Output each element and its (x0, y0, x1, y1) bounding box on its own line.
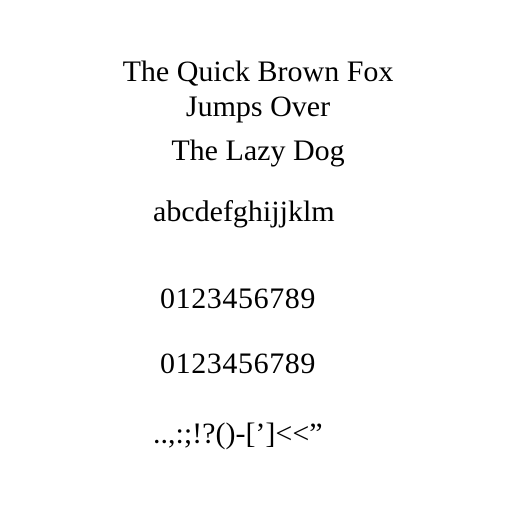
pangram-line-2: Jumps Over (185, 90, 331, 123)
punctuation-sample: ..,:;!?()-[’]<<” (153, 417, 323, 450)
lowercase-sample: abcdefghijjklm (153, 195, 335, 228)
pangram-line-1: The Quick Brown Fox (122, 55, 394, 88)
digits-sample-1: 0123456789 (160, 282, 316, 315)
digits-sample-2: 0123456789 (160, 347, 316, 380)
pangram-line-3: The Lazy Dog (171, 134, 345, 167)
